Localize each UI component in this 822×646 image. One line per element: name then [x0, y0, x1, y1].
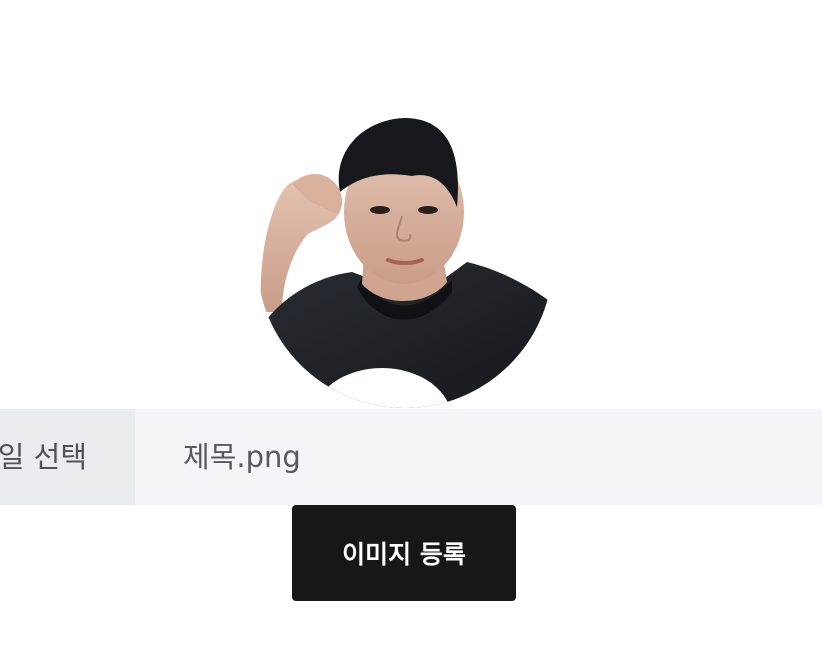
profile-image-preview [252, 112, 558, 408]
file-select-label: 일 선택 [0, 440, 87, 474]
file-select-button[interactable]: 일 선택 [0, 409, 135, 505]
file-upload-row: 일 선택 제목.png [0, 409, 822, 505]
register-image-button[interactable]: 이미지 등록 [292, 505, 516, 601]
selected-file-name: 제목.png [183, 440, 301, 474]
file-name-field: 제목.png [135, 409, 822, 505]
image-upload-page: 일 선택 제목.png 이미지 등록 [0, 0, 822, 646]
profile-photo [257, 112, 553, 408]
